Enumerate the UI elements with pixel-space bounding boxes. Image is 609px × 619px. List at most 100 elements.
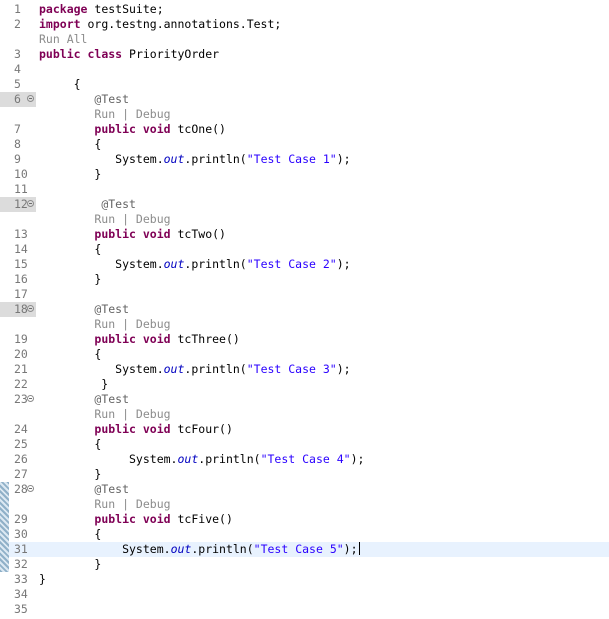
field-token: out [177,452,199,466]
code-token: } [39,167,102,181]
line-number: 21 [14,362,28,376]
code-token: tcOne() [170,122,226,136]
code-line[interactable]: 22 } [0,377,609,392]
line-number: 34 [14,587,28,601]
code-token: .println( [184,152,247,166]
code-line[interactable]: 13 public void tcTwo() [0,227,609,242]
code-line[interactable]: 6 @Test [0,92,609,107]
line-number: 23 [14,392,28,406]
line-gutter: 25 [0,437,36,452]
code-token: } [39,557,102,571]
code-text: { [39,347,101,362]
code-token: } [39,272,102,286]
run-debug-lens[interactable]: Run | Debug [39,407,170,422]
code-line[interactable]: 24 public void tcFour() [0,422,609,437]
code-lens-row[interactable]: Run | Debug [0,407,609,422]
code-token: System. [39,152,164,166]
code-line[interactable]: 35 [0,602,609,617]
code-token: tcTwo() [170,227,226,241]
collapse-fold-icon[interactable] [27,200,34,207]
keyword-token: void [142,227,171,241]
code-line[interactable]: 7 public void tcOne() [0,122,609,137]
code-line[interactable]: 32 } [0,557,609,572]
code-lens-row[interactable]: Run | Debug [0,212,609,227]
line-number: 6 [14,92,21,106]
code-text: { [39,242,101,257]
line-gutter: 4 [0,62,36,77]
code-lens-row[interactable]: Run | Debug [0,317,609,332]
code-line[interactable]: 25 { [0,437,609,452]
code-text: @Test [39,92,129,107]
code-line[interactable]: 8 { [0,137,609,152]
code-line[interactable]: 33} [0,572,609,587]
code-text: System.out.println("Test Case 5"); [39,542,360,557]
code-line[interactable]: 16 } [0,272,609,287]
code-line[interactable]: 1 package testSuite; [0,2,609,17]
code-line[interactable]: 26 System.out.println("Test Case 4"); [0,452,609,467]
collapse-fold-icon[interactable] [27,485,34,492]
code-line[interactable]: 10 } [0,167,609,182]
code-line[interactable]: 34 [0,587,609,602]
code-token: System. [39,257,164,271]
collapse-fold-icon[interactable] [27,395,34,402]
code-lens-row[interactable]: Run | Debug [0,497,609,512]
code-line[interactable]: 20 { [0,347,609,362]
run-debug-lens[interactable]: Run | Debug [39,317,170,332]
lens-text[interactable]: Run | Debug [39,317,170,331]
run-debug-lens[interactable]: Run | Debug [39,107,170,122]
line-number: 14 [14,242,28,256]
code-line[interactable]: 17 [0,287,609,302]
collapse-fold-icon[interactable] [27,95,34,102]
run-debug-lens[interactable]: Run | Debug [39,497,170,512]
lens-text[interactable]: Run | Debug [39,497,170,511]
lens-text[interactable]: Run | Debug [39,107,170,121]
code-text: { [39,77,81,92]
run-debug-lens[interactable]: Run All [39,32,87,47]
code-line[interactable]: 15 System.out.println("Test Case 2"); [0,257,609,272]
keyword-token: public [94,122,136,136]
lens-text[interactable]: Run | Debug [39,212,170,226]
code-line[interactable]: 18 @Test [0,302,609,317]
line-gutter: 23 [0,392,36,407]
line-number: 19 [14,332,28,346]
code-token: ); [336,257,351,271]
code-line[interactable]: 23 @Test [0,392,609,407]
lens-text[interactable]: Run | Debug [39,407,170,421]
code-line[interactable]: 9 System.out.println("Test Case 1"); [0,152,609,167]
code-line[interactable]: 2 import org.testng.annotations.Test; [0,17,609,32]
line-gutter: 2 [0,17,36,32]
lens-text[interactable]: Run All [39,32,87,46]
code-text: package testSuite; [39,2,164,17]
code-lens-row[interactable]: Run All [0,32,609,47]
keyword-token: public [94,227,136,241]
code-token: { [39,527,102,541]
java-code-editor[interactable]: 1 package testSuite; 2 import org.testng.an… [0,0,609,619]
collapse-fold-icon[interactable] [27,305,34,312]
code-lens-row[interactable]: Run | Debug [0,107,609,122]
code-text: public void tcOne() [39,122,226,137]
keyword-token: public [39,47,81,61]
line-gutter: 12 [0,197,36,212]
code-token: .println( [184,257,247,271]
line-number: 10 [14,167,28,181]
code-line[interactable]: 29 public void tcFive() [0,512,609,527]
code-line[interactable]: 31 System.out.println("Test Case 5"); [0,542,609,557]
line-gutter: 15 [0,257,36,272]
code-line[interactable]: 30 { [0,527,609,542]
code-token: { [39,347,102,361]
code-line[interactable]: 11 [0,182,609,197]
code-line[interactable]: 21 System.out.println("Test Case 3"); [0,362,609,377]
line-number: 32 [14,557,28,571]
code-line[interactable]: 4 [0,62,609,77]
code-line[interactable]: 28 @Test [0,482,609,497]
code-line[interactable]: 19 public void tcThree() [0,332,609,347]
code-line[interactable]: 14 { [0,242,609,257]
code-line[interactable]: 12 @Test [0,197,609,212]
code-line[interactable]: 5 { [0,77,609,92]
run-debug-lens[interactable]: Run | Debug [39,212,170,227]
code-line[interactable]: 27 } [0,467,609,482]
code-line[interactable]: 3 public class PriorityOrder [0,47,609,62]
